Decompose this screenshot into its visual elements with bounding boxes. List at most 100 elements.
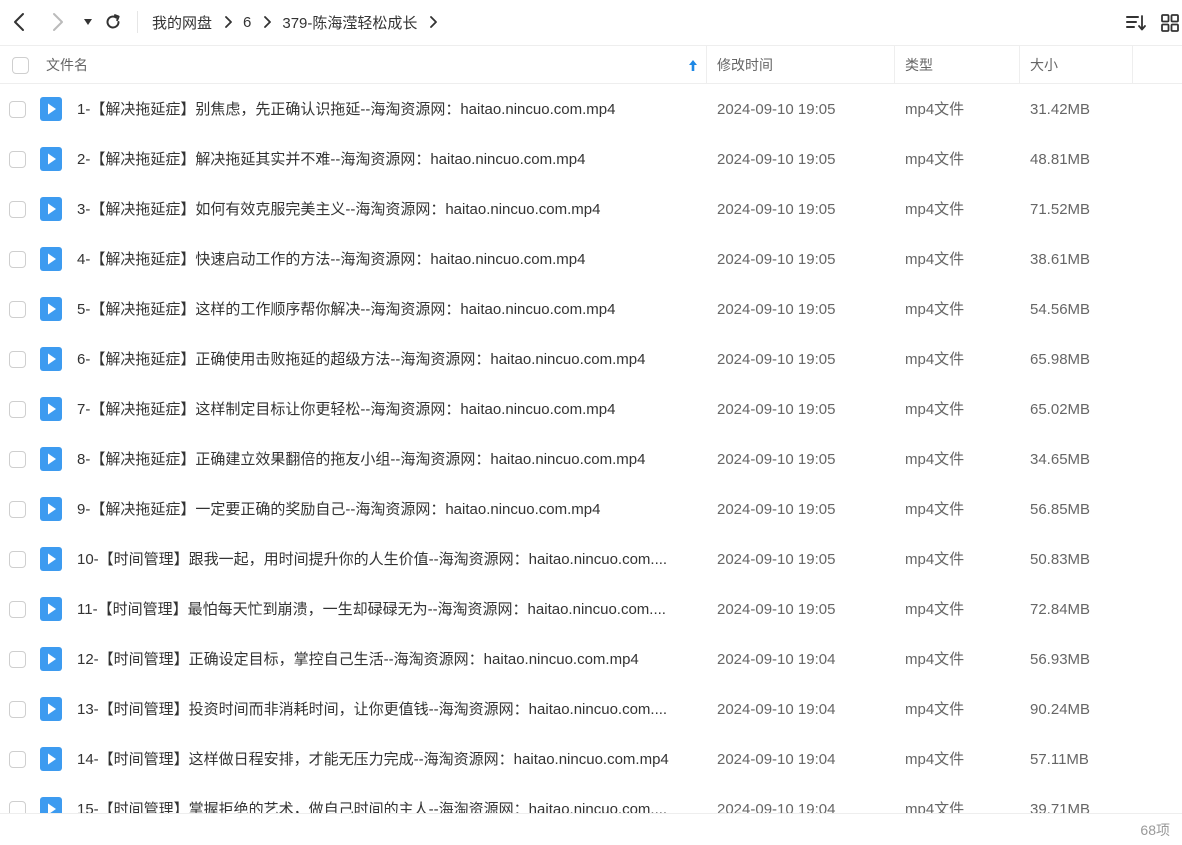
column-divider[interactable] xyxy=(706,46,707,84)
file-size: 38.61MB xyxy=(1030,251,1091,268)
row-checkbox[interactable] xyxy=(9,701,26,718)
file-size: 34.65MB xyxy=(1030,451,1091,468)
video-file-icon xyxy=(40,447,62,471)
column-header-name[interactable]: 文件名 xyxy=(46,46,88,84)
file-row[interactable]: 10-【时间管理】跟我一起，用时间提升你的人生价值--海淘资源网：haitao.… xyxy=(0,535,1182,585)
file-name[interactable]: 14-【时间管理】这样做日程安排，才能无压力完成--海淘资源网：haitao.n… xyxy=(77,735,689,785)
row-checkbox[interactable] xyxy=(9,751,26,768)
file-size: 90.24MB xyxy=(1030,701,1091,718)
refresh-icon[interactable] xyxy=(101,10,125,34)
breadcrumb-item-folder[interactable]: 6 xyxy=(243,14,251,31)
file-row[interactable]: 2-【解决拖延症】解决拖延其实并不难--海淘资源网：haitao.nincuo.… xyxy=(0,135,1182,185)
file-name[interactable]: 1-【解决拖延症】别焦虑，先正确认识拖延--海淘资源网：haitao.nincu… xyxy=(77,85,689,135)
caret-down-icon[interactable] xyxy=(76,10,100,34)
file-modified-time: 2024-09-10 19:05 xyxy=(717,501,836,518)
video-file-icon xyxy=(40,397,62,421)
row-checkbox[interactable] xyxy=(9,551,26,568)
file-row[interactable]: 3-【解决拖延症】如何有效克服完美主义--海淘资源网：haitao.nincuo… xyxy=(0,185,1182,235)
breadcrumb-item-root[interactable]: 我的网盘 xyxy=(152,12,212,33)
video-file-icon xyxy=(40,697,62,721)
column-header-size[interactable]: 大小 xyxy=(1030,46,1058,84)
file-row[interactable]: 1-【解决拖延症】别焦虑，先正确认识拖延--海淘资源网：haitao.nincu… xyxy=(0,85,1182,135)
file-modified-time: 2024-09-10 19:05 xyxy=(717,101,836,118)
row-checkbox[interactable] xyxy=(9,301,26,318)
file-row[interactable]: 14-【时间管理】这样做日程安排，才能无压力完成--海淘资源网：haitao.n… xyxy=(0,735,1182,785)
row-checkbox[interactable] xyxy=(9,201,26,218)
row-checkbox[interactable] xyxy=(9,451,26,468)
column-header-type[interactable]: 类型 xyxy=(905,46,933,84)
column-header-time[interactable]: 修改时间 xyxy=(717,46,773,84)
grid-view-icon[interactable] xyxy=(1158,11,1182,35)
file-row[interactable]: 13-【时间管理】投资时间而非消耗时间，让你更值钱--海淘资源网：haitao.… xyxy=(0,685,1182,735)
row-checkbox[interactable] xyxy=(9,601,26,618)
file-type: mp4文件 xyxy=(905,101,965,118)
file-name[interactable]: 3-【解决拖延症】如何有效克服完美主义--海淘资源网：haitao.nincuo… xyxy=(77,185,689,235)
row-checkbox[interactable] xyxy=(9,351,26,368)
sort-ascending-icon[interactable] xyxy=(686,57,700,73)
file-row[interactable]: 12-【时间管理】正确设定目标，掌控自己生活--海淘资源网：haitao.nin… xyxy=(0,635,1182,685)
file-name[interactable]: 6-【解决拖延症】正确使用击败拖延的超级方法--海淘资源网：haitao.nin… xyxy=(77,335,689,385)
file-type: mp4文件 xyxy=(905,701,965,718)
video-file-icon xyxy=(40,597,62,621)
file-row[interactable]: 8-【解决拖延症】正确建立效果翻倍的拖友小组--海淘资源网：haitao.nin… xyxy=(0,435,1182,485)
row-checkbox[interactable] xyxy=(9,501,26,518)
file-modified-time: 2024-09-10 19:04 xyxy=(717,651,836,668)
file-modified-time: 2024-09-10 19:05 xyxy=(717,251,836,268)
video-file-icon xyxy=(40,797,62,813)
file-type: mp4文件 xyxy=(905,151,965,168)
row-checkbox[interactable] xyxy=(9,101,26,118)
column-divider[interactable] xyxy=(1132,46,1133,84)
file-row[interactable]: 5-【解决拖延症】这样的工作顺序帮你解决--海淘资源网：haitao.nincu… xyxy=(0,285,1182,335)
column-divider[interactable] xyxy=(1019,46,1020,84)
file-modified-time: 2024-09-10 19:05 xyxy=(717,601,836,618)
file-name[interactable]: 8-【解决拖延症】正确建立效果翻倍的拖友小组--海淘资源网：haitao.nin… xyxy=(77,435,689,485)
file-modified-time: 2024-09-10 19:04 xyxy=(717,801,836,813)
row-checkbox[interactable] xyxy=(9,401,26,418)
sort-list-icon[interactable] xyxy=(1124,11,1148,35)
file-size: 65.98MB xyxy=(1030,351,1091,368)
file-name[interactable]: 7-【解决拖延症】这样制定目标让你更轻松--海淘资源网：haitao.nincu… xyxy=(77,385,689,435)
file-name[interactable]: 15-【时间管理】掌握拒绝的艺术，做自己时间的主人--海淘资源网：haitao.… xyxy=(77,785,689,813)
file-list-header: 文件名 修改时间 类型 大小 xyxy=(0,45,1182,84)
file-type: mp4文件 xyxy=(905,351,965,368)
file-type: mp4文件 xyxy=(905,451,965,468)
file-row[interactable]: 11-【时间管理】最怕每天忙到崩溃，一生却碌碌无为--海淘资源网：haitao.… xyxy=(0,585,1182,635)
row-checkbox[interactable] xyxy=(9,801,26,813)
video-file-icon xyxy=(40,347,62,371)
chevron-left-icon[interactable] xyxy=(7,10,31,34)
file-list: 1-【解决拖延症】别焦虑，先正确认识拖延--海淘资源网：haitao.nincu… xyxy=(0,85,1182,813)
file-type: mp4文件 xyxy=(905,551,965,568)
file-name[interactable]: 5-【解决拖延症】这样的工作顺序帮你解决--海淘资源网：haitao.nincu… xyxy=(77,285,689,335)
toolbar: 我的网盘 6 379-陈海滢轻松成长 xyxy=(0,0,1182,44)
file-size: 57.11MB xyxy=(1030,751,1089,768)
file-size: 48.81MB xyxy=(1030,151,1091,168)
row-checkbox[interactable] xyxy=(9,651,26,668)
row-checkbox[interactable] xyxy=(9,251,26,268)
file-type: mp4文件 xyxy=(905,301,965,318)
file-name[interactable]: 4-【解决拖延症】快速启动工作的方法--海淘资源网：haitao.nincuo.… xyxy=(77,235,689,285)
video-file-icon xyxy=(40,247,62,271)
breadcrumb-item-current[interactable]: 379-陈海滢轻松成长 xyxy=(282,12,417,33)
video-file-icon xyxy=(40,747,62,771)
file-name[interactable]: 10-【时间管理】跟我一起，用时间提升你的人生价值--海淘资源网：haitao.… xyxy=(77,535,689,585)
file-row[interactable]: 15-【时间管理】掌握拒绝的艺术，做自己时间的主人--海淘资源网：haitao.… xyxy=(0,785,1182,813)
file-name[interactable]: 2-【解决拖延症】解决拖延其实并不难--海淘资源网：haitao.nincuo.… xyxy=(77,135,689,185)
file-row[interactable]: 7-【解决拖延症】这样制定目标让你更轻松--海淘资源网：haitao.nincu… xyxy=(0,385,1182,435)
file-name[interactable]: 9-【解决拖延症】一定要正确的奖励自己--海淘资源网：haitao.nincuo… xyxy=(77,485,689,535)
status-bar: 68项 xyxy=(0,813,1182,845)
file-name[interactable]: 12-【时间管理】正确设定目标，掌控自己生活--海淘资源网：haitao.nin… xyxy=(77,635,689,685)
row-checkbox[interactable] xyxy=(9,151,26,168)
video-file-icon xyxy=(40,647,62,671)
file-name[interactable]: 11-【时间管理】最怕每天忙到崩溃，一生却碌碌无为--海淘资源网：haitao.… xyxy=(77,585,689,635)
video-file-icon xyxy=(40,547,62,571)
file-name[interactable]: 13-【时间管理】投资时间而非消耗时间，让你更值钱--海淘资源网：haitao.… xyxy=(77,685,689,735)
select-all-checkbox[interactable] xyxy=(12,57,29,74)
file-row[interactable]: 9-【解决拖延症】一定要正确的奖励自己--海淘资源网：haitao.nincuo… xyxy=(0,485,1182,535)
chevron-right-icon[interactable] xyxy=(46,10,70,34)
file-size: 56.93MB xyxy=(1030,651,1091,668)
file-row[interactable]: 6-【解决拖延症】正确使用击败拖延的超级方法--海淘资源网：haitao.nin… xyxy=(0,335,1182,385)
breadcrumb: 我的网盘 6 379-陈海滢轻松成长 xyxy=(152,0,448,44)
file-row[interactable]: 4-【解决拖延症】快速启动工作的方法--海淘资源网：haitao.nincuo.… xyxy=(0,235,1182,285)
column-divider[interactable] xyxy=(894,46,895,84)
file-size: 50.83MB xyxy=(1030,551,1091,568)
